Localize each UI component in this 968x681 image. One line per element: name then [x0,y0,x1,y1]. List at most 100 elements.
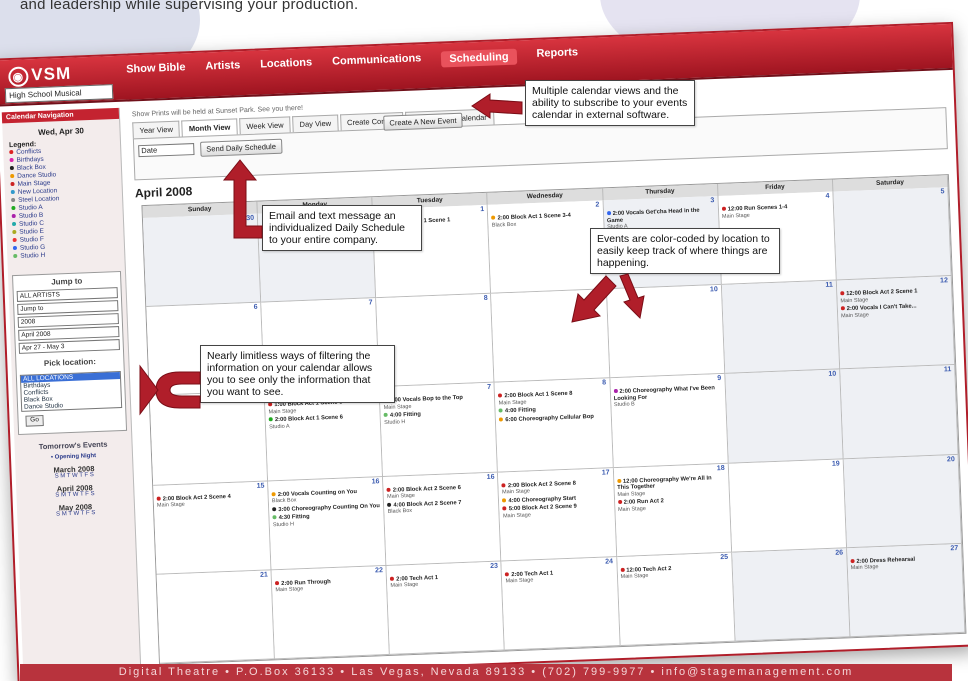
calendar-day-cell[interactable]: 13 [149,391,269,486]
tab-year-view[interactable]: Year View [132,120,181,139]
calendar-event[interactable]: 4:30 Fitting Studio H [272,511,382,528]
day-number[interactable]: 10 [828,371,836,378]
calendar-day-cell[interactable]: 8 2:00 Block Act 1 Scene 8 Main Stage 4:00 … [494,378,614,473]
tomorrow-event[interactable]: • Opening Night [23,452,124,463]
day-number[interactable]: 18 [717,465,725,472]
day-number[interactable]: 6 [254,304,258,311]
calendar-day-cell[interactable]: 26 [731,548,851,642]
calendar-day-cell[interactable]: 10 [606,285,726,379]
calendar-event[interactable]: 2:00 Block Act 1 Scene 3-4 Black Box [491,212,601,229]
calendar-event[interactable]: 2:00 Vocals I Can't Take... Main Stage [840,302,950,319]
calendar-event[interactable]: 2:00 Block Act 2 Scene 4 Main Stage [156,492,266,509]
calendar-day-cell[interactable]: 15 2:00 Block Act 2 Scene 4 Main Stage [153,481,272,575]
calendar-day-cell[interactable]: 9 [491,289,610,384]
day-number[interactable]: 20 [947,456,955,463]
day-number[interactable]: 1 [480,206,484,213]
calendar-day-cell[interactable]: 7 2:00 Vocals Bop to the Top Main Stage 4:0… [379,383,499,477]
day-number[interactable]: 3 [710,197,714,204]
calendar-event[interactable]: 4:00 Fitting Studio H [383,409,493,426]
calendar-day-cell[interactable]: 23 2:00 Tech Act 1 Main Stage [386,561,506,655]
day-number[interactable]: 16 [487,473,495,480]
calendar-day-cell[interactable]: 2 2:00 Block Act 1 Scene 3-4 Black Box [488,200,607,294]
calendar-event[interactable]: 2:00 Dress Rehearsal Main Stage [850,555,959,572]
calendar-day-cell[interactable]: 25 12:00 Tech Act 2 Main Stage [616,552,736,647]
mini-calendar-march[interactable]: March 2008 S M T W T F S [23,463,125,482]
nav-communications[interactable]: Communications [332,52,422,71]
nav-locations[interactable]: Locations [260,56,313,74]
calendar-day-cell[interactable]: 18 12:00 Choreography We're All In This T… [613,463,732,557]
calendar-event[interactable]: 5:00 Block Act 2 Scene 9 Main Stage [502,502,612,519]
day-number[interactable]: 17 [602,469,610,476]
calendar-day-cell[interactable]: 11 [721,280,841,375]
calendar-day-cell[interactable]: 20 [843,454,963,549]
day-number[interactable]: 22 [375,567,383,574]
day-number[interactable]: 21 [260,571,268,578]
calendar-event[interactable]: 12:00 Run Scenes 1-4 Main Stage [721,203,831,220]
show-select[interactable]: High School Musical [4,84,114,104]
day-number[interactable]: 8 [602,380,606,387]
calendar-navigation-header[interactable]: Calendar Navigation [1,107,120,124]
calendar-event[interactable]: 2:00 Vocals Bop to the Top Main Stage [383,394,492,411]
day-number[interactable]: 15 [256,482,264,489]
calendar-event[interactable]: 6:00 Choreography Cellular Bop [499,413,607,424]
nav-scheduling[interactable]: Scheduling [441,48,517,68]
calendar-day-cell[interactable]: 30 [142,213,262,308]
day-number[interactable]: 4 [825,193,829,200]
nav-artists[interactable]: Artists [205,59,240,76]
calendar-event[interactable]: 12:00 Block Act 2 Scene 1 Main Stage [840,287,949,304]
day-number[interactable]: 9 [717,375,721,382]
calendar-event[interactable]: 4:00 Block Act 2 Scene 7 Black Box [387,498,496,515]
calendar-event[interactable]: 2:00 Choreography What I've Been Looking… [613,385,722,409]
day-number[interactable]: 30 [246,215,254,222]
day-number[interactable]: 12 [940,277,948,284]
day-number[interactable]: 26 [835,549,843,556]
tab-day-view[interactable]: Day View [292,114,339,133]
calendar-day-cell[interactable]: 27 2:00 Dress Rehearsal Main Stage [846,543,966,638]
calendar-day-cell[interactable]: 24 2:00 Tech Act 1 Main Stage [501,556,621,651]
calendar-event[interactable]: 2:00 Run Through Main Stage [275,577,384,594]
mini-calendar-april[interactable]: April 2008 S M T W T F S [24,482,126,501]
day-number[interactable]: 9 [599,291,603,298]
calendar-day-cell[interactable]: 17 2:00 Block Act 2 Scene 8 Main Stage 4:00… [498,467,617,562]
calendar-day-cell[interactable]: 10 [725,369,844,464]
day-number[interactable]: 16 [372,478,380,485]
calendar-day-cell[interactable]: 9 2:00 Choreography What I've Been Lookin… [609,374,729,468]
mini-calendar-may[interactable]: May 2008 S M T W T F S [25,501,127,520]
calendar-day-cell[interactable]: 12 12:00 Block Act 2 Scene 1 Main Stage 2:0… [836,276,956,370]
calendar-event[interactable]: 2:00 Block Act 1 Scene 6 Studio A [268,414,378,431]
date-field[interactable]: Date [138,143,195,158]
day-number[interactable]: 25 [720,554,728,561]
calendar-day-cell[interactable]: 5 [833,187,952,281]
calendar-event[interactable]: 2:00 Run Act 2 Main Stage [617,496,727,513]
create-event-button[interactable]: Create A New Event [383,112,463,131]
calendar-day-cell[interactable]: 16 2:00 Vocals Counting on You Black Box 3:… [268,476,387,571]
nav-reports[interactable]: Reports [536,46,578,64]
day-number[interactable]: 23 [490,562,498,569]
day-number[interactable]: 24 [605,558,613,565]
day-number[interactable]: 7 [487,384,491,391]
day-number[interactable]: 5 [940,188,944,195]
day-number[interactable]: 11 [944,367,952,374]
calendar-event[interactable]: 12:00 Tech Act 2 Main Stage [620,564,729,581]
nav-show-bible[interactable]: Show Bible [126,61,186,79]
calendar-event[interactable]: 2:00 Vocals Counting on You Black Box [271,488,381,505]
calendar-event[interactable]: 2:00 Block Act 1 Scene 8 Main Stage [498,390,607,407]
calendar-day-cell[interactable]: 22 2:00 Run Through Main Stage [271,565,391,660]
send-daily-schedule-button[interactable]: Send Daily Schedule [200,138,283,157]
day-number[interactable]: 10 [710,286,718,293]
calendar-day-cell[interactable]: 21 [156,570,276,664]
calendar-day-cell[interactable]: 16 2:00 Block Act 2 Scene 6 Main Stage 4:00… [383,472,502,566]
calendar-day-cell[interactable]: 19 [728,458,847,553]
go-button[interactable]: Go [25,415,44,427]
calendar-event[interactable]: 2:00 Tech Act 1 Main Stage [390,572,499,589]
calendar-event[interactable]: 12:00 Choreography We're All In This Tog… [616,475,726,499]
calendar-event[interactable]: 2:00 Block Act 2 Scene 8 Main Stage [501,479,611,496]
calendar-event[interactable]: 2:00 Block Act 2 Scene 6 Main Stage [386,483,496,500]
day-number[interactable]: 8 [484,295,488,302]
calendar-event[interactable]: 2:00 Tech Act 1 Main Stage [505,568,614,585]
day-number[interactable]: 2 [595,202,599,209]
day-number[interactable]: 19 [832,460,840,467]
day-number[interactable]: 11 [825,282,833,289]
day-number[interactable]: 7 [369,299,373,306]
day-number[interactable]: 27 [950,545,958,552]
